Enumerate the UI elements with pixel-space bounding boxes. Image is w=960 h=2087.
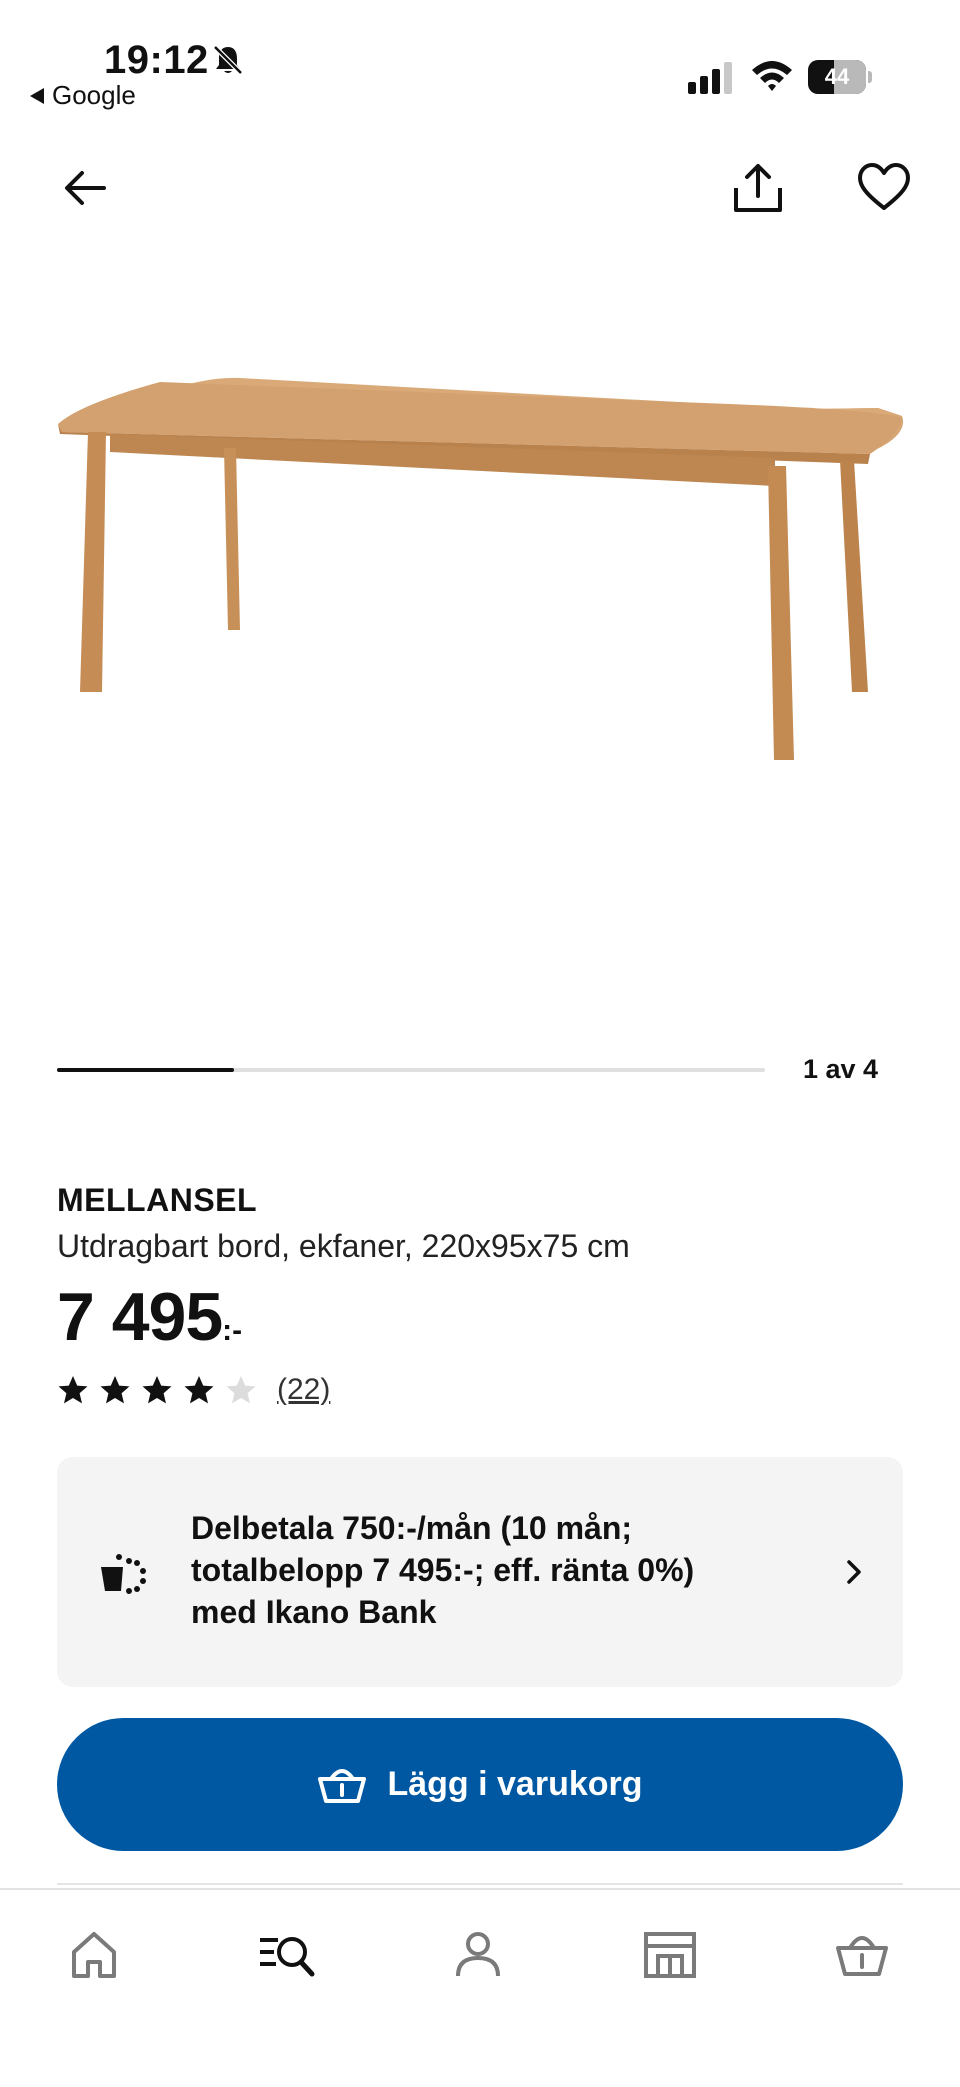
- payment-icon: [101, 1554, 146, 1594]
- product-name: MELLANSEL: [57, 1182, 258, 1218]
- share-icon[interactable]: [728, 158, 788, 218]
- tab-home[interactable]: [64, 1924, 124, 1984]
- back-triangle-icon: [30, 87, 44, 104]
- rating-stars: [57, 1374, 267, 1406]
- image-carousel-progress: 1 av 4: [57, 1054, 917, 1090]
- battery-indicator: 44: [808, 60, 872, 94]
- tab-profile[interactable]: [448, 1924, 508, 1984]
- tab-cart[interactable]: [832, 1924, 892, 1984]
- cellular-signal-icon: [688, 62, 732, 94]
- add-to-cart-button[interactable]: Lägg i varukorg: [57, 1718, 903, 1851]
- star-filled-icon: [184, 1376, 214, 1404]
- person-icon: [456, 1932, 500, 1977]
- bell-slash-icon: [213, 45, 243, 75]
- star-filled-icon: [58, 1376, 88, 1404]
- product-price: 7 495:-: [57, 1278, 242, 1356]
- image-page-indicator: 1 av 4: [803, 1054, 879, 1084]
- chevron-right-icon: [847, 1560, 861, 1584]
- carousel-progress-fill: [57, 1068, 234, 1072]
- basket-icon: [318, 1768, 367, 1803]
- star-empty-icon: [226, 1376, 256, 1404]
- tab-search[interactable]: [256, 1924, 316, 1984]
- battery-nub: [868, 71, 872, 83]
- bottom-tab-bar: [0, 1888, 960, 2087]
- review-count-link[interactable]: (22): [277, 1373, 330, 1407]
- status-bar: 19:12 Google 44: [0, 0, 960, 120]
- back-app-label: Google: [52, 80, 136, 110]
- star-filled-icon: [142, 1376, 172, 1404]
- store-icon: [644, 1932, 696, 1978]
- price-suffix: :-: [222, 1314, 243, 1347]
- top-navigation: [0, 140, 960, 230]
- product-description: Utdragbart bord, ekfaner, 220x95x75 cm: [57, 1228, 630, 1264]
- status-time: 19:12: [104, 38, 209, 82]
- star-filled-icon: [100, 1376, 130, 1404]
- wifi-icon: [752, 61, 792, 91]
- back-to-app-link[interactable]: Google: [30, 80, 136, 111]
- product-image-table[interactable]: [40, 340, 920, 780]
- battery-percent: 44: [824, 64, 850, 89]
- search-icon: [260, 1937, 315, 1977]
- product-rating[interactable]: (22): [57, 1370, 330, 1410]
- carousel-track: [57, 1068, 765, 1072]
- financing-text: Delbetala 750:-/mån (10 mån; totalbelopp…: [191, 1510, 695, 1630]
- home-icon: [72, 1932, 116, 1978]
- add-to-cart-label: Lägg i varukorg: [387, 1765, 643, 1803]
- heart-icon[interactable]: [856, 160, 912, 216]
- tab-store[interactable]: [640, 1924, 700, 1984]
- financing-offer[interactable]: Delbetala 750:-/mån (10 mån; totalbelopp…: [57, 1457, 903, 1687]
- price-amount: 7 495: [57, 1279, 223, 1355]
- back-arrow-icon[interactable]: [58, 160, 114, 216]
- basket-icon: [836, 1936, 888, 1976]
- next-section-edge: [57, 1883, 903, 1885]
